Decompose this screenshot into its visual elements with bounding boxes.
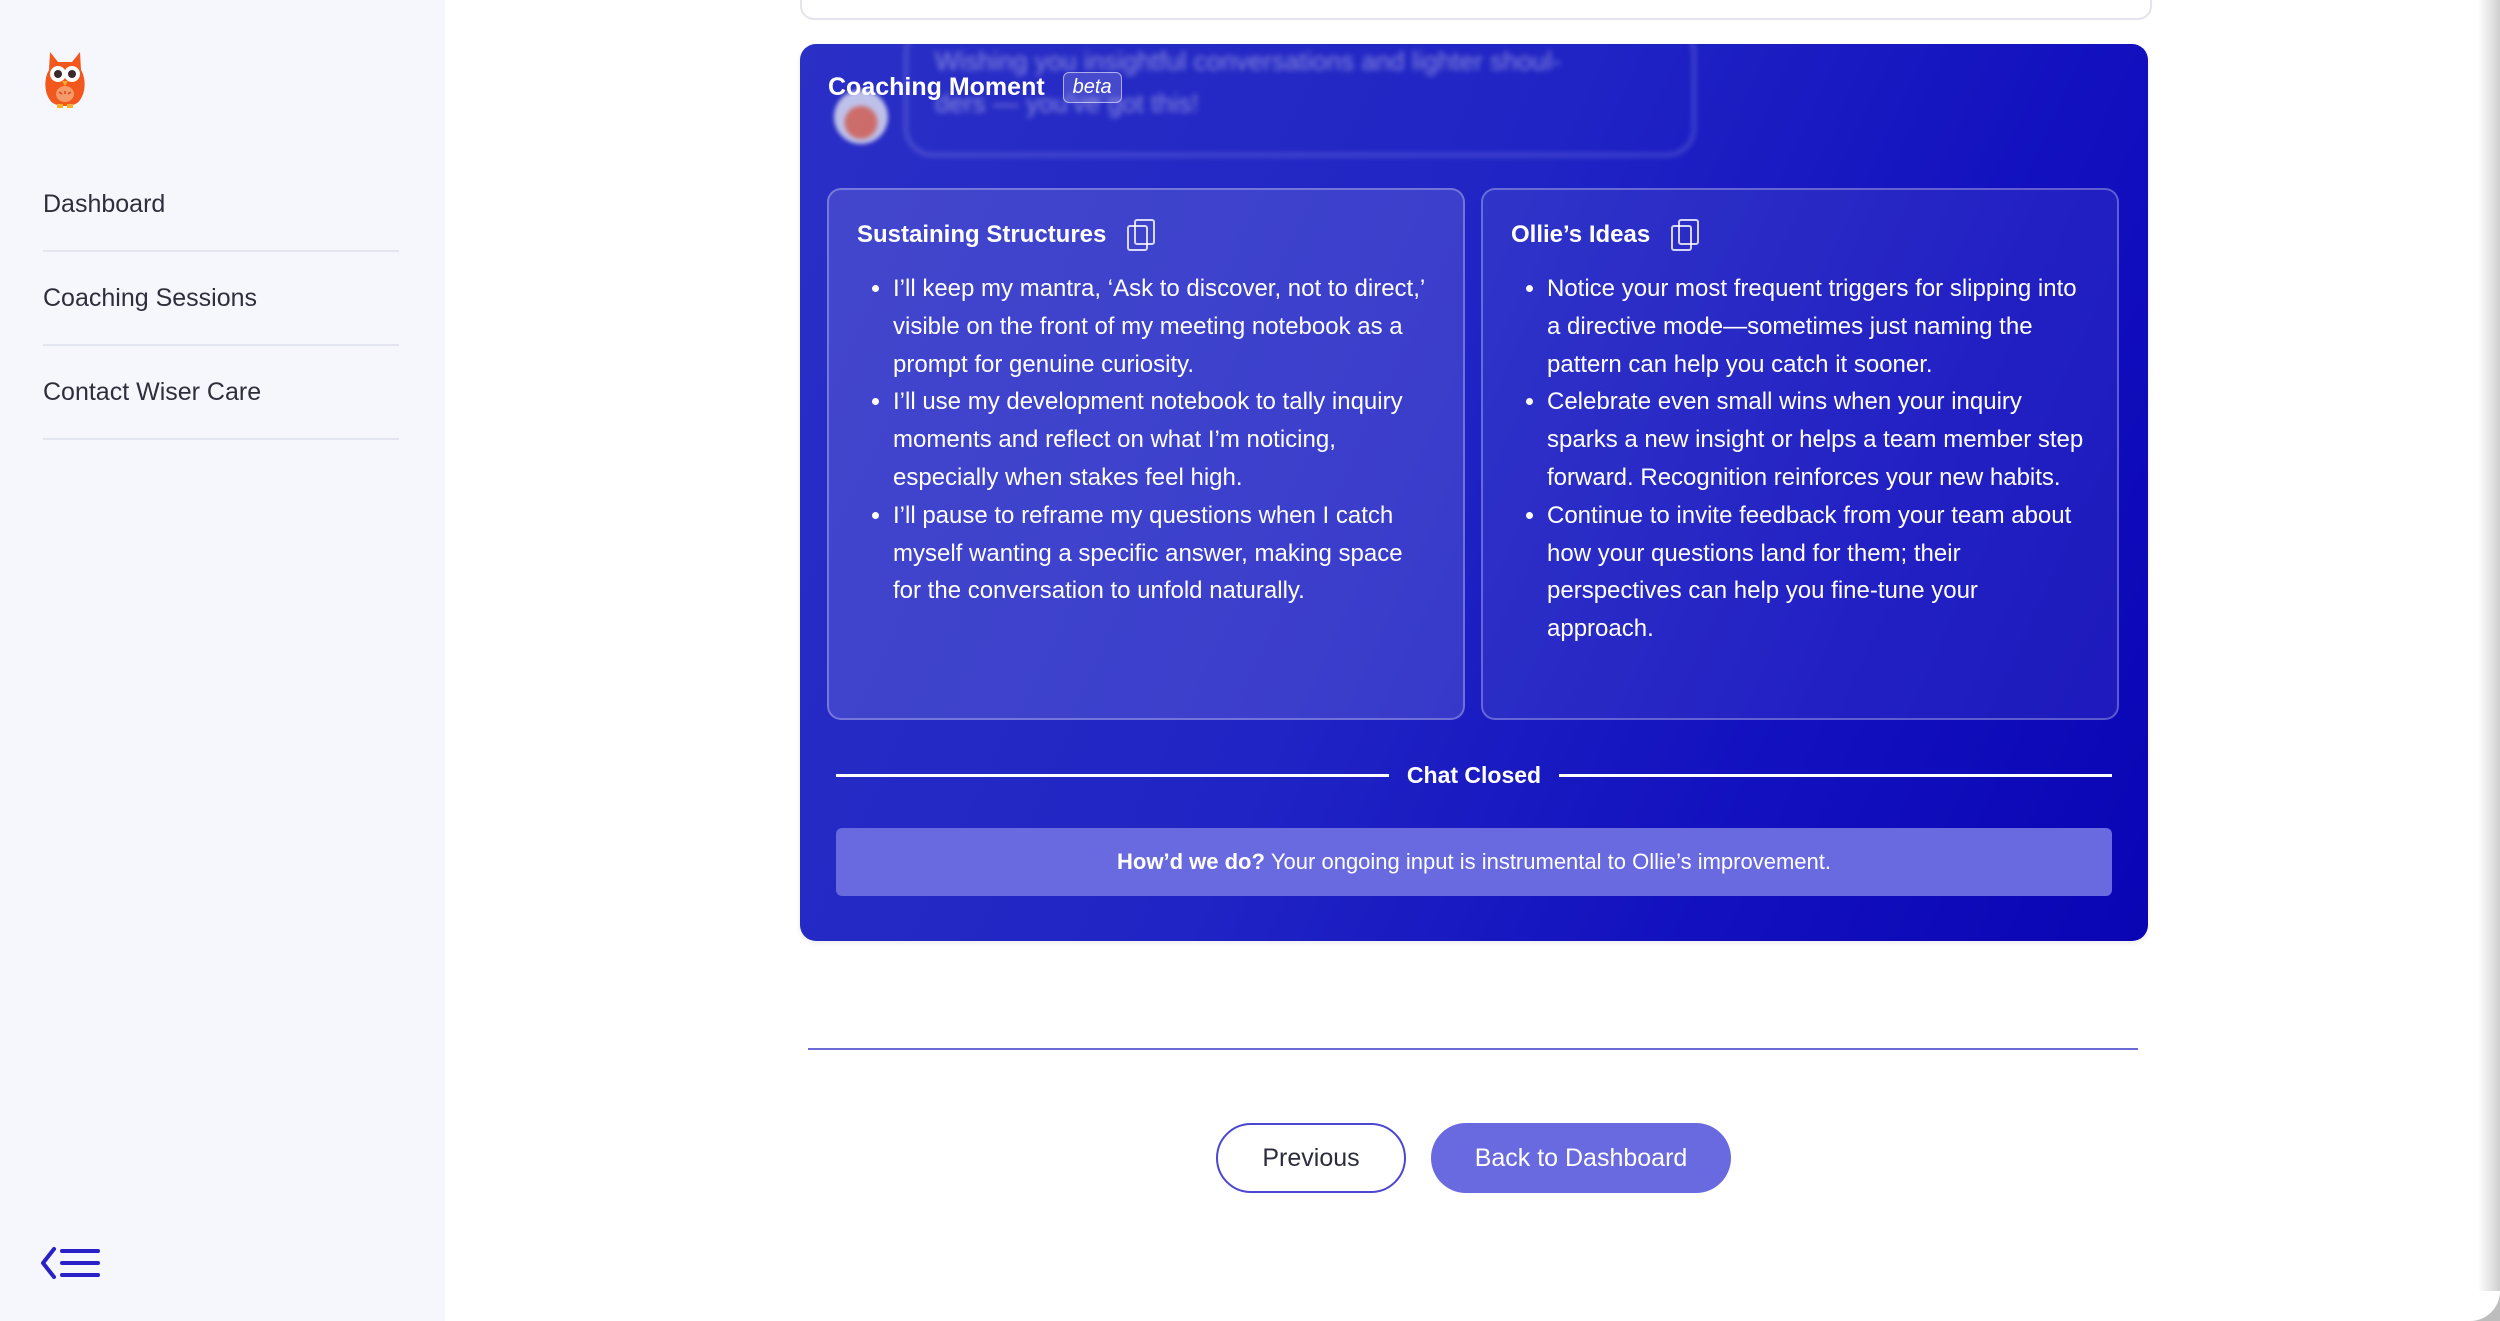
- list-item: Celebrate even small wins when your inqu…: [1547, 383, 2089, 496]
- list-item: Continue to invite feedback from your te…: [1547, 497, 2089, 648]
- sustaining-structures-panel: Sustaining Structures I’ll keep my mantr…: [827, 188, 1465, 720]
- copy-icon[interactable]: [1126, 218, 1156, 252]
- previous-message-card: [800, 0, 2152, 20]
- previous-button[interactable]: Previous: [1216, 1123, 1406, 1193]
- list-item: I’ll pause to reframe my questions when …: [893, 497, 1435, 610]
- window-edge: [2478, 0, 2500, 1321]
- sidebar-item-dashboard[interactable]: Dashboard: [43, 158, 399, 252]
- sidebar: Dashboard Coaching Sessions Contact Wise…: [0, 0, 445, 1321]
- list-item: I’ll use my development notebook to tall…: [893, 383, 1435, 496]
- sidebar-nav: Dashboard Coaching Sessions Contact Wise…: [43, 158, 399, 440]
- list-item: Notice your most frequent triggers for s…: [1547, 270, 2089, 383]
- window-corner: [2470, 1291, 2500, 1321]
- section-divider: [808, 1048, 2138, 1050]
- feedback-banner[interactable]: How’d we do? Your ongoing input is instr…: [836, 828, 2112, 896]
- coaching-moment-header: Coaching Moment beta: [828, 72, 1122, 103]
- ollies-ideas-panel: Ollie’s Ideas Notice your most frequent …: [1481, 188, 2119, 720]
- back-to-dashboard-button[interactable]: Back to Dashboard: [1431, 1123, 1731, 1193]
- coaching-moment-title: Coaching Moment: [828, 73, 1045, 101]
- copy-icon[interactable]: [1670, 218, 1700, 252]
- chat-closed-divider: Chat Closed: [836, 759, 2112, 791]
- chat-closed-label: Chat Closed: [1406, 761, 1542, 788]
- sustaining-structures-list: I’ll keep my mantra, ‘Ask to discover, n…: [857, 270, 1435, 610]
- divider-line: [836, 773, 1389, 777]
- beta-badge: beta: [1062, 72, 1122, 103]
- owl-logo-icon[interactable]: [40, 48, 90, 114]
- sidebar-item-coaching-sessions[interactable]: Coaching Sessions: [43, 252, 399, 346]
- feedback-text: Your ongoing input is instrumental to Ol…: [1270, 849, 1831, 874]
- collapse-menu-icon[interactable]: [40, 1245, 102, 1281]
- divider-line: [1559, 773, 2112, 777]
- sidebar-item-contact-wiser-care[interactable]: Contact Wiser Care: [43, 346, 399, 440]
- list-item: I’ll keep my mantra, ‘Ask to discover, n…: [893, 270, 1435, 383]
- coaching-moment-card: Wishing you insightful conversations and…: [800, 44, 2148, 941]
- ollies-ideas-list: Notice your most frequent triggers for s…: [1511, 270, 2089, 648]
- sustaining-structures-title: Sustaining Structures: [857, 221, 1107, 248]
- feedback-question: How’d we do?: [1117, 849, 1265, 874]
- ollies-ideas-title: Ollie’s Ideas: [1511, 221, 1651, 248]
